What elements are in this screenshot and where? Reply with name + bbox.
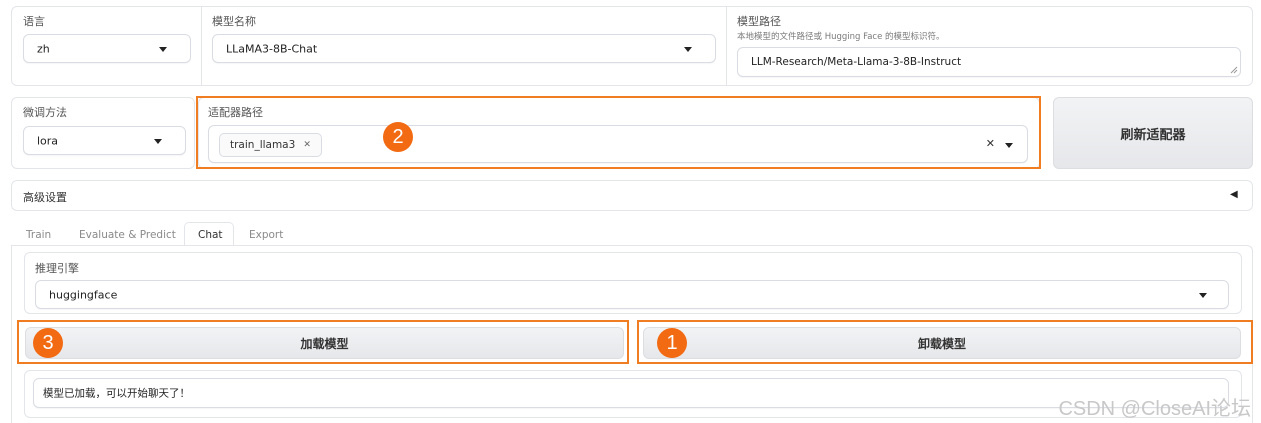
watermark: CSDN @CloseAI论坛 (1058, 398, 1251, 420)
collapse-toggle-icon[interactable]: ◀ (1230, 189, 1238, 200)
finetune-label: 微调方法 (23, 106, 67, 119)
tab-chat-label: Chat (198, 229, 223, 241)
tab-train[interactable]: Train (26, 229, 51, 241)
status-textbox[interactable]: 模型已加载，可以开始聊天了！ (33, 378, 1229, 408)
language-label: 语言 (23, 15, 45, 28)
chevron-down-icon (1199, 293, 1207, 298)
engine-dropdown[interactable]: huggingface (35, 280, 1229, 309)
chevron-down-icon (159, 47, 167, 52)
refresh-adapters-button[interactable]: 刷新适配器 (1053, 97, 1253, 169)
finetune-dropdown[interactable]: lora (23, 126, 186, 155)
divider (726, 7, 727, 85)
finetune-value: lora (37, 134, 59, 147)
step-badge-3: 3 (33, 328, 63, 358)
model-path-label: 模型路径 (737, 15, 781, 28)
model-path-hint: 本地模型的文件路径或 Hugging Face 的模型标识符。 (737, 32, 945, 42)
model-name-dropdown[interactable]: LLaMA3-8B-Chat (212, 34, 716, 63)
step-badge-1: 1 (657, 328, 687, 358)
engine-label: 推理引擎 (35, 262, 79, 275)
model-path-input[interactable]: LLM-Research/Meta-Llama-3-8B-Instruct (737, 47, 1241, 77)
highlight-box-load (17, 320, 629, 364)
chevron-down-icon (684, 47, 692, 52)
chevron-down-icon (154, 139, 162, 144)
model-name-label: 模型名称 (212, 15, 256, 28)
resize-handle-icon[interactable] (1230, 66, 1238, 74)
advanced-settings-label: 高级设置 (23, 191, 67, 204)
highlight-box-unload (637, 320, 1253, 364)
tab-evaluate-predict[interactable]: Evaluate & Predict (79, 229, 176, 241)
advanced-settings-accordion[interactable] (11, 180, 1253, 211)
model-path-value: LLM-Research/Meta-Llama-3-8B-Instruct (751, 56, 962, 68)
tab-export[interactable]: Export (249, 229, 283, 241)
highlight-box-adapter (196, 96, 1041, 169)
status-text: 模型已加载，可以开始聊天了！ (43, 387, 190, 400)
step-badge-2: 2 (383, 122, 413, 152)
language-value: zh (37, 42, 50, 55)
divider (201, 7, 202, 85)
engine-value: huggingface (49, 288, 118, 301)
tab-chat[interactable]: Chat (184, 222, 234, 246)
language-dropdown[interactable]: zh (23, 34, 191, 63)
model-name-value: LLaMA3-8B-Chat (226, 42, 318, 55)
